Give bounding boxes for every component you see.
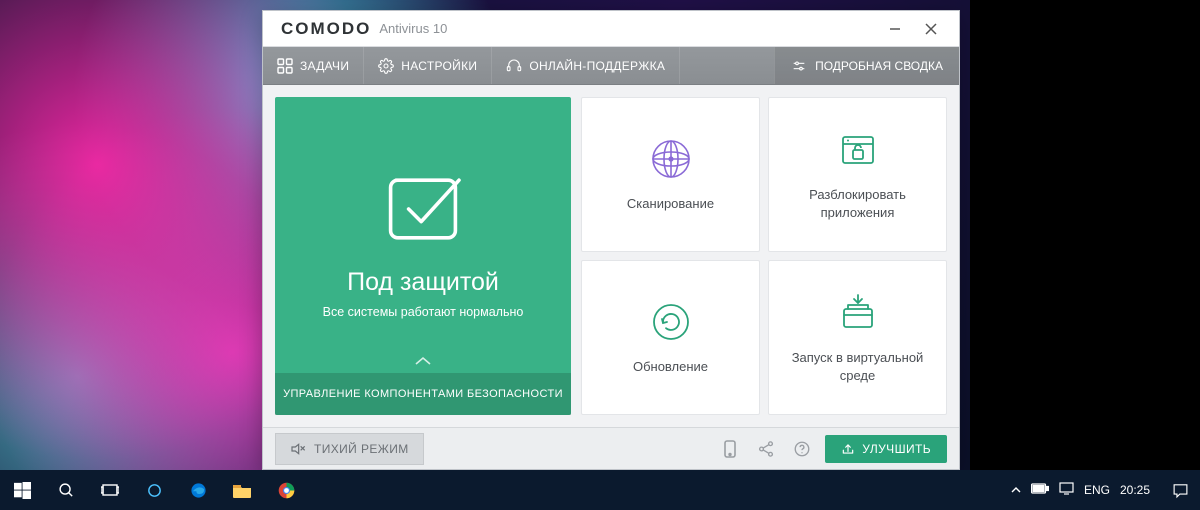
taskbar-file-explorer[interactable] xyxy=(220,470,264,510)
close-button[interactable] xyxy=(913,13,949,45)
status-body: Под защитой Все системы работают нормаль… xyxy=(275,97,571,373)
status-expand-chevron-icon[interactable] xyxy=(414,353,432,371)
share-button[interactable] xyxy=(753,436,779,462)
security-components-button[interactable]: УПРАВЛЕНИЕ КОМПОНЕНТАМИ БЕЗОПАСНОСТИ xyxy=(275,373,571,415)
toolbar-detailed-summary[interactable]: ПОДРОБНАЯ СВОДКА xyxy=(774,47,959,84)
desktop: COMODO Antivirus 10 ЗАДАЧИ НАСТРОЙКИ ОН xyxy=(0,0,1200,510)
update-icon xyxy=(649,300,693,344)
sliders-icon xyxy=(791,58,807,74)
headset-icon xyxy=(506,58,522,74)
taskbar-action-center[interactable] xyxy=(1160,470,1200,510)
help-icon xyxy=(793,440,811,458)
status-subtitle: Все системы работают нормально xyxy=(323,305,524,319)
taskbar-taskview[interactable] xyxy=(88,470,132,510)
edge-icon xyxy=(190,482,207,499)
comodo-antivirus-window: COMODO Antivirus 10 ЗАДАЧИ НАСТРОЙКИ ОН xyxy=(262,10,960,470)
tile-virtual-run-label: Запуск в виртуальной среде xyxy=(769,349,946,384)
taskbar-edge[interactable] xyxy=(176,470,220,510)
unblock-icon xyxy=(836,128,880,172)
action-tiles: Сканирование Разблокировать приложения xyxy=(581,97,947,415)
upgrade-icon xyxy=(841,442,855,456)
toolbar-summary-label: ПОДРОБНАЯ СВОДКА xyxy=(815,59,943,73)
scan-icon xyxy=(649,137,693,181)
taskbar-search[interactable] xyxy=(44,470,88,510)
quiet-mode-button[interactable]: ТИХИЙ РЕЖИМ xyxy=(275,433,424,465)
start-button[interactable] xyxy=(0,470,44,510)
main-content: Под защитой Все системы работают нормаль… xyxy=(263,85,959,427)
tile-scan-label: Сканирование xyxy=(617,195,724,213)
tile-update[interactable]: Обновление xyxy=(581,260,760,415)
main-toolbar: ЗАДАЧИ НАСТРОЙКИ ОНЛАЙН-ПОДДЕРЖКА ПОДРОБ… xyxy=(263,47,959,85)
taskbar-cortana[interactable] xyxy=(132,470,176,510)
toolbar-support-label: ОНЛАЙН-ПОДДЕРЖКА xyxy=(529,59,665,73)
tray-language[interactable]: ENG xyxy=(1084,483,1110,497)
toolbar-settings[interactable]: НАСТРОЙКИ xyxy=(364,47,492,84)
window-bottom-bar: ТИХИЙ РЕЖИМ УЛУЧШИТЬ xyxy=(263,427,959,469)
brand-logo: COMODO xyxy=(281,19,371,39)
tray-battery-icon[interactable] xyxy=(1031,483,1049,497)
upgrade-button[interactable]: УЛУЧШИТЬ xyxy=(825,435,947,463)
desktop-wallpaper-dark xyxy=(970,0,1200,470)
toolbar-tasks[interactable]: ЗАДАЧИ xyxy=(263,47,364,84)
folder-icon xyxy=(233,483,251,498)
minimize-button[interactable] xyxy=(877,13,913,45)
toolbar-support[interactable]: ОНЛАЙН-ПОДДЕРЖКА xyxy=(492,47,680,84)
notification-icon xyxy=(1172,482,1189,499)
cortana-icon xyxy=(146,482,163,499)
tasks-icon xyxy=(277,58,293,74)
close-icon xyxy=(925,23,937,35)
help-button[interactable] xyxy=(789,436,815,462)
tile-update-label: Обновление xyxy=(623,358,718,376)
taskbar-chrome[interactable] xyxy=(264,470,308,510)
tile-virtual-run[interactable]: Запуск в виртуальной среде xyxy=(768,260,947,415)
search-icon xyxy=(58,482,75,499)
tray-clock[interactable]: 20:25 xyxy=(1120,483,1150,497)
share-icon xyxy=(757,440,775,458)
tray-chevron-up-icon[interactable] xyxy=(1011,483,1021,497)
protected-check-icon xyxy=(378,164,468,254)
mute-icon xyxy=(290,441,306,457)
tile-unblock-apps[interactable]: Разблокировать приложения xyxy=(768,97,947,252)
quiet-mode-label: ТИХИЙ РЕЖИМ xyxy=(314,442,409,456)
windows-taskbar: ENG 20:25 xyxy=(0,470,1200,510)
phone-icon xyxy=(722,440,738,458)
virtual-run-icon xyxy=(836,291,880,335)
status-panel: Под защитой Все системы работают нормаль… xyxy=(275,97,571,415)
tile-unblock-label: Разблокировать приложения xyxy=(769,186,946,221)
chrome-icon xyxy=(278,482,295,499)
taskview-icon xyxy=(101,483,119,497)
toolbar-tasks-label: ЗАДАЧИ xyxy=(300,59,349,73)
minimize-icon xyxy=(889,23,901,35)
product-name: Antivirus 10 xyxy=(379,21,447,36)
gear-icon xyxy=(378,58,394,74)
toolbar-settings-label: НАСТРОЙКИ xyxy=(401,59,477,73)
status-title: Под защитой xyxy=(347,268,499,297)
mobile-button[interactable] xyxy=(717,436,743,462)
tile-scan[interactable]: Сканирование xyxy=(581,97,760,252)
titlebar: COMODO Antivirus 10 xyxy=(263,11,959,47)
tray-network-icon[interactable] xyxy=(1059,482,1074,498)
upgrade-label: УЛУЧШИТЬ xyxy=(862,442,931,456)
windows-icon xyxy=(14,482,31,499)
system-tray: ENG 20:25 xyxy=(1001,482,1160,498)
security-components-label: УПРАВЛЕНИЕ КОМПОНЕНТАМИ БЕЗОПАСНОСТИ xyxy=(283,388,563,400)
